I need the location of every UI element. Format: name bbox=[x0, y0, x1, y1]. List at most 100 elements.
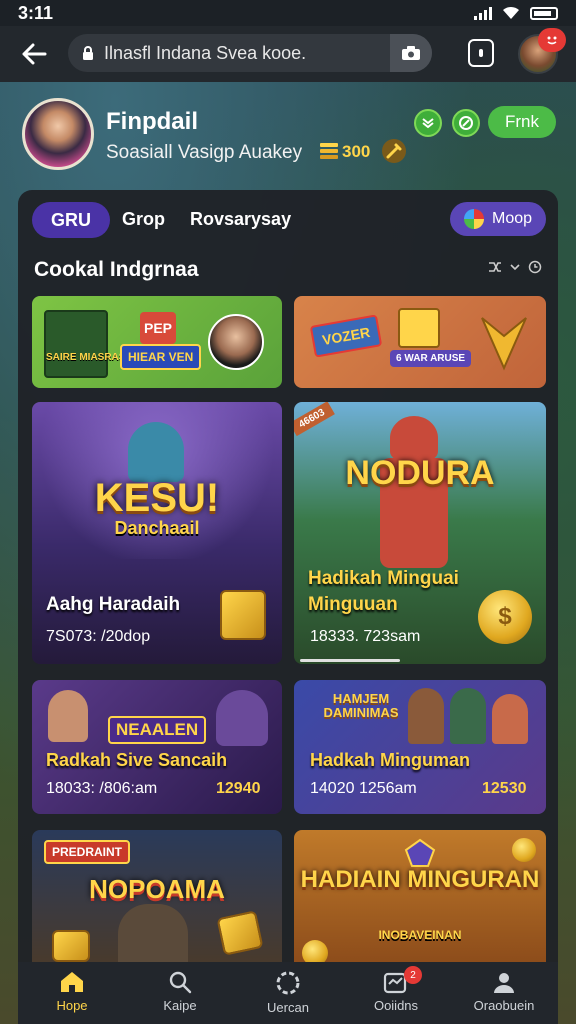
card-character bbox=[408, 688, 444, 744]
card-character bbox=[48, 690, 88, 742]
nav-home-label: Hope bbox=[56, 998, 88, 1013]
friend-button[interactable]: Frnk bbox=[488, 106, 556, 138]
promo-box-art bbox=[398, 308, 440, 348]
promo-art-box bbox=[44, 310, 108, 378]
profile-subtitle: Soasiall Vasigp Auakey bbox=[106, 142, 303, 163]
promo-label-3: HIEAR VEN bbox=[120, 344, 202, 370]
link-icon bbox=[459, 116, 473, 130]
tab-rovsarysay[interactable]: Rovsarysay bbox=[190, 209, 291, 230]
game-title: KESU! bbox=[94, 476, 220, 520]
game-title: NODURA bbox=[345, 454, 495, 492]
status-bar: 3:11 bbox=[0, 0, 576, 26]
game-card[interactable]: HADIAIN MINGURAN INOBAVEINAN bbox=[294, 830, 546, 970]
section-title: Cookal Indgrnaa bbox=[34, 258, 199, 281]
camera-button[interactable] bbox=[390, 34, 432, 72]
coin-icon: $ bbox=[478, 590, 532, 644]
wrench-icon[interactable] bbox=[380, 137, 408, 165]
card-name: Hadkah Minguman bbox=[310, 750, 471, 770]
treasure-icon bbox=[220, 590, 266, 640]
promo-label-5: 6 WAR ARUSE bbox=[390, 350, 472, 367]
expand-button[interactable] bbox=[414, 109, 442, 137]
link-button[interactable] bbox=[452, 109, 480, 137]
card-character bbox=[450, 688, 486, 744]
chevron-down-icon[interactable] bbox=[510, 263, 520, 271]
nav-search[interactable]: Kaipe bbox=[126, 962, 234, 1024]
notification-badge bbox=[538, 28, 566, 52]
back-button[interactable] bbox=[12, 32, 56, 76]
game-card[interactable]: PREDRAINT NOPOAMA bbox=[32, 830, 282, 970]
card-name: Radkah Sive Sancaih bbox=[46, 750, 228, 770]
url-field[interactable]: Ilnasfl Indana Svea kooe. bbox=[68, 34, 432, 72]
browser-bar: Ilnasfl Indana Svea kooe. bbox=[0, 26, 576, 82]
status-time: 3:11 bbox=[18, 2, 54, 23]
section-tools bbox=[488, 260, 542, 274]
card-badge: PREDRAINT bbox=[44, 840, 131, 864]
globe-icon bbox=[463, 209, 484, 229]
promo-label-4: VOZER bbox=[309, 314, 383, 358]
wifi-icon bbox=[503, 6, 519, 19]
card-character bbox=[492, 694, 528, 744]
bottom-nav: Hope Kaipe Uercan 2 Ooiidns Oraobuein bbox=[18, 962, 558, 1024]
search-icon bbox=[169, 971, 192, 994]
tab-grop[interactable]: Grop bbox=[122, 209, 165, 230]
coin-icon bbox=[512, 838, 536, 862]
treasure-icon bbox=[216, 910, 264, 956]
game-card[interactable]: HAMJEM DAMINIMAS Hadkah Minguman 14020 1… bbox=[294, 680, 546, 814]
trophy-icon bbox=[481, 317, 527, 371]
card-meta: 18033: /806:am bbox=[46, 780, 158, 797]
nav-inbox-label: Ooiidns bbox=[373, 998, 419, 1013]
tab-gru[interactable]: GRU bbox=[32, 202, 110, 238]
profile-avatar[interactable] bbox=[22, 98, 94, 170]
card-name: Aahg Haradaih bbox=[46, 594, 181, 615]
camera-icon bbox=[402, 46, 420, 60]
card-emblem-icon bbox=[404, 838, 436, 867]
nav-profile[interactable]: Oraobuein bbox=[450, 962, 558, 1024]
card-meta: 7S073: /20dop bbox=[46, 628, 151, 645]
arrow-left-icon bbox=[22, 43, 47, 65]
game-card[interactable]: NEAALEN Radkah Sive Sancaih 18033: /806:… bbox=[32, 680, 282, 814]
game-card[interactable]: KESU! Danchaail Aahg Haradaih 7S073: /20… bbox=[32, 402, 282, 664]
corner-tag: 46603 bbox=[294, 402, 335, 437]
signal-icon bbox=[474, 6, 492, 20]
home-icon bbox=[61, 972, 83, 992]
nav-home[interactable]: Hope bbox=[18, 962, 126, 1024]
moop-label: Moop bbox=[491, 210, 533, 227]
card-character bbox=[128, 422, 184, 482]
loading-icon bbox=[276, 971, 300, 995]
category-tabs: GRU Grop Rovsarysay Moop bbox=[32, 202, 546, 238]
card-score: 12940 bbox=[216, 780, 261, 797]
promo-card[interactable]: SAIRE MIASRAS PEP HIEAR VEN bbox=[32, 296, 282, 388]
nav-loading-label: Uercan bbox=[267, 1000, 309, 1015]
main-panel: GRU Grop Rovsarysay Moop Cookal Indgrnaa… bbox=[18, 190, 558, 1024]
status-icons bbox=[474, 6, 558, 20]
card-meta: 14020 1256am bbox=[310, 780, 417, 797]
shuffle-icon[interactable] bbox=[488, 260, 502, 274]
nav-search-label: Kaipe bbox=[163, 998, 197, 1013]
nav-loading[interactable]: Uercan bbox=[234, 962, 342, 1024]
face-icon bbox=[547, 36, 557, 45]
lock-icon bbox=[83, 45, 93, 60]
game-title: HADIAIN MINGURAN bbox=[300, 866, 540, 893]
promo-card[interactable]: VOZER 6 WAR ARUSE bbox=[294, 296, 546, 388]
game-subtitle: Danchaail bbox=[114, 518, 200, 538]
nav-inbox-badge: 2 bbox=[404, 966, 422, 984]
game-title: NOPOAMA bbox=[89, 874, 225, 904]
profile-icon bbox=[494, 973, 514, 993]
promo-label-2: PEP bbox=[140, 312, 176, 344]
moop-button[interactable]: Moop bbox=[450, 202, 546, 236]
card-character bbox=[216, 690, 268, 746]
nav-inbox[interactable]: 2 Ooiidns bbox=[342, 962, 450, 1024]
chevron-down-icon bbox=[422, 118, 434, 129]
nav-profile-label: Oraobuein bbox=[473, 998, 535, 1013]
game-title: HAMJEM DAMINIMAS bbox=[323, 691, 399, 720]
refresh-icon[interactable] bbox=[528, 260, 542, 274]
promo-avatar bbox=[208, 314, 264, 370]
game-title: NEAALEN bbox=[108, 716, 207, 744]
tab-switcher-button[interactable] bbox=[468, 39, 494, 67]
game-card[interactable]: 46603 NODURA Hadikah Minguai Minguuan 18… bbox=[294, 402, 546, 664]
card-score: 12530 bbox=[482, 780, 527, 797]
battery-icon bbox=[530, 6, 558, 20]
coin-balance: 300 bbox=[342, 142, 371, 161]
card-character bbox=[118, 904, 188, 970]
progress-bar bbox=[300, 659, 400, 662]
